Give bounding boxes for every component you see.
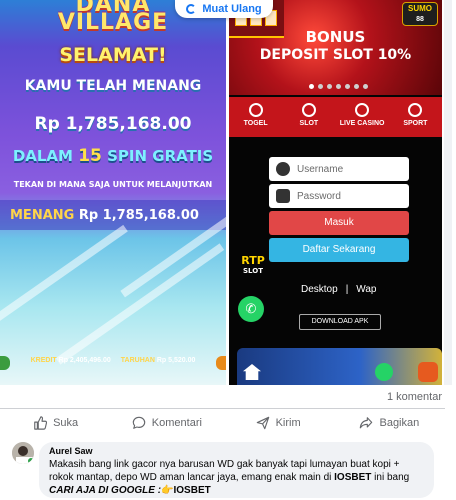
- post-actions: Suka Komentari Kirim Bagikan: [0, 410, 445, 436]
- win-readout: MENANG Rp 1,785,168.00: [10, 208, 199, 223]
- chat-icon: [418, 362, 438, 382]
- reload-button[interactable]: Muat Ulang: [175, 0, 273, 18]
- send-icon: [256, 416, 269, 430]
- nav-togel: TOGEL: [229, 97, 282, 137]
- comment-bubble: Aurel Saw Makasih bang link gacor nya ba…: [39, 442, 434, 498]
- rtp-badge: RTP SLOT: [241, 254, 265, 275]
- send-button[interactable]: Kirim: [223, 410, 334, 436]
- comment-author[interactable]: Aurel Saw: [49, 446, 424, 456]
- share-icon: [360, 417, 373, 429]
- nav-slot: SLOT: [282, 97, 335, 137]
- share-button[interactable]: Bagikan: [334, 410, 445, 436]
- site-logo: SUMO 88: [402, 2, 438, 26]
- scrollbar[interactable]: [444, 0, 452, 385]
- carousel-dots: [309, 84, 368, 89]
- user-icon: [276, 162, 290, 176]
- togel-icon: [248, 103, 263, 117]
- avatar[interactable]: [12, 442, 34, 464]
- nav-live-casino: LIVE CASINO: [336, 97, 389, 137]
- game-logo: DANA VILLAGE: [57, 0, 169, 35]
- slot-icon: [301, 103, 316, 117]
- nav-sport: SPORT: [389, 97, 442, 137]
- login-button: Masuk: [269, 211, 409, 235]
- view-links: Desktop | Wap: [301, 284, 377, 295]
- divider: [0, 408, 445, 409]
- casino-chip-icon: [355, 103, 370, 117]
- whatsapp-icon: ✆: [238, 296, 264, 322]
- bonus-text: BONUS DEPOSIT SLOT 10%: [259, 28, 412, 63]
- password-input: [297, 190, 397, 202]
- free-spins-text: DALAM 15 SPIN GRATIS: [12, 146, 214, 166]
- tap-to-continue-text: TEKAN DI MANA SAJA UNTUK MELANJUTKAN: [13, 180, 213, 189]
- casino-footer-banner: [237, 348, 442, 385]
- game-status-bar: KREDIT Rp 2,405,496.00 TARUHAN Rp 5,520.…: [30, 357, 196, 364]
- shield-icon: [276, 189, 290, 203]
- refresh-icon: [186, 4, 197, 14]
- comment-count-link[interactable]: 1 komentar: [387, 391, 442, 403]
- password-field: [269, 184, 409, 208]
- home-icon: [243, 364, 261, 380]
- slot-game-screenshot: DANA VILLAGE SELAMAT! KAMU TELAH MENANG …: [0, 0, 226, 385]
- water-stripe: [0, 224, 128, 324]
- casino-nav: TOGEL SLOT LIVE CASINO SPORT: [229, 97, 442, 137]
- login-form: Masuk Daftar Sekarang: [269, 157, 409, 262]
- soccer-ball-icon: [408, 103, 423, 117]
- win-amount: Rp 1,785,168.00: [34, 114, 192, 134]
- username-field: [269, 157, 409, 181]
- pointing-finger-icon: 👉: [161, 485, 174, 496]
- win-subheading: KAMU TELAH MENANG: [24, 78, 202, 94]
- like-button[interactable]: Suka: [0, 410, 111, 436]
- whatsapp-icon: [375, 363, 393, 381]
- download-apk-badge: DOWNLOAD APK: [299, 314, 381, 330]
- comment-button[interactable]: Komentari: [111, 410, 222, 436]
- win-heading: SELAMAT!: [59, 44, 167, 66]
- thumbs-up-icon: [34, 416, 48, 430]
- post-image[interactable]: DANA VILLAGE SELAMAT! KAMU TELAH MENANG …: [0, 0, 456, 385]
- register-button: Daftar Sekarang: [269, 238, 409, 262]
- online-status-icon: [27, 457, 34, 464]
- comment-text: Makasih bang link gacor nya barusan WD g…: [49, 459, 410, 496]
- casino-site-screenshot: SUMO 88 BONUS DEPOSIT SLOT 10% TOGEL SLO…: [229, 0, 442, 385]
- username-input: [297, 163, 397, 175]
- comment-icon: [132, 416, 146, 429]
